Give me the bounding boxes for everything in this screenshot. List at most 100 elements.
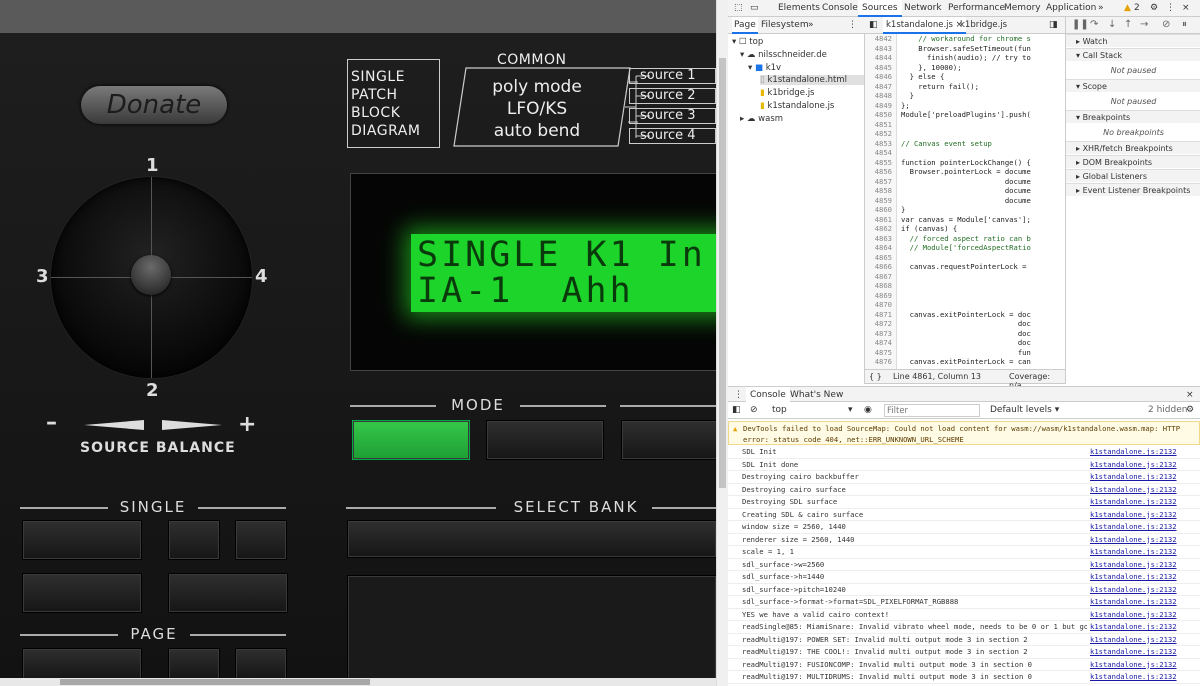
log-source-link[interactable]: k1standalone.js:2132 bbox=[1090, 471, 1177, 484]
tab-console[interactable]: Console bbox=[822, 0, 858, 17]
page-button-3[interactable] bbox=[235, 648, 287, 680]
editor-tab-bridge[interactable]: k1bridge.js bbox=[960, 17, 1007, 34]
log-source-link[interactable]: k1standalone.js:2132 bbox=[1090, 596, 1177, 609]
console-filter-input[interactable] bbox=[884, 404, 980, 417]
log-source-link[interactable]: k1standalone.js:2132 bbox=[1090, 571, 1177, 584]
step-out-icon[interactable]: ↑ bbox=[1124, 19, 1132, 30]
log-source-link[interactable]: k1standalone.js:2132 bbox=[1090, 546, 1177, 559]
settings-icon[interactable]: ⚙ bbox=[1150, 0, 1158, 17]
joystick-knob[interactable] bbox=[131, 255, 171, 295]
close-devtools-icon[interactable]: × bbox=[1182, 0, 1190, 17]
log-source-link[interactable]: k1standalone.js:2132 bbox=[1090, 559, 1177, 572]
single-button-1[interactable] bbox=[22, 520, 142, 560]
toggle-debugger-icon[interactable]: ◨ bbox=[1049, 17, 1058, 34]
menu-kebab-icon[interactable]: ⋮ bbox=[1166, 0, 1175, 17]
pane-call-stack[interactable]: ▾ Call Stack bbox=[1066, 48, 1200, 61]
log-source-link[interactable]: k1standalone.js:2132 bbox=[1090, 659, 1177, 672]
tab-memory[interactable]: Memory bbox=[1004, 0, 1041, 17]
pane-scope[interactable]: ▾ Scope bbox=[1066, 79, 1200, 92]
device-toolbar-icon[interactable]: ▭ bbox=[750, 0, 759, 17]
console-log-row: sdl_surface->pitch=10240 k1standalone.js:… bbox=[728, 584, 1200, 597]
tab-sources[interactable]: Sources bbox=[858, 0, 902, 17]
live-expression-icon[interactable]: ◉ bbox=[864, 402, 872, 419]
nav-menu-icon[interactable]: ⋮ bbox=[848, 17, 857, 34]
context-dropdown-icon[interactable]: ▾ bbox=[848, 402, 853, 419]
step-icon[interactable]: → bbox=[1140, 19, 1148, 30]
select-bank-strip[interactable] bbox=[347, 520, 716, 558]
tree-item-folder[interactable]: ▾ ■ k1v bbox=[748, 63, 781, 73]
navigator-tabs: Page Filesystem » ⋮ bbox=[728, 17, 865, 34]
log-source-link[interactable]: k1standalone.js:2132 bbox=[1090, 609, 1177, 622]
more-tabs-icon[interactable]: » bbox=[1098, 0, 1104, 17]
log-source-link[interactable]: k1standalone.js:2132 bbox=[1090, 671, 1177, 684]
log-source-link[interactable]: k1standalone.js:2132 bbox=[1090, 459, 1177, 472]
tree-item-domain[interactable]: ▾ ☁ nilsschneider.de bbox=[740, 50, 827, 60]
tab-performance[interactable]: Performance bbox=[948, 0, 1005, 17]
log-source-link[interactable]: k1standalone.js:2132 bbox=[1090, 634, 1177, 647]
log-source-link[interactable]: k1standalone.js:2132 bbox=[1090, 621, 1177, 634]
tab-application[interactable]: Application bbox=[1046, 0, 1096, 17]
log-source-link[interactable]: k1standalone.js:2132 bbox=[1090, 584, 1177, 597]
log-source-link[interactable]: k1standalone.js:2132 bbox=[1090, 521, 1177, 534]
tree-item-file-standalone[interactable]: ▮ k1standalone.js bbox=[760, 101, 834, 111]
horizontal-scroll-thumb[interactable] bbox=[60, 679, 370, 685]
log-source-link[interactable]: k1standalone.js:2132 bbox=[1090, 534, 1177, 547]
tree-item-top[interactable]: ▾ ☐ top bbox=[732, 37, 763, 47]
line-number: 4850 bbox=[874, 110, 892, 119]
nav-tab-page[interactable]: Page bbox=[732, 17, 758, 34]
console-sidebar-icon[interactable]: ◧ bbox=[732, 402, 741, 419]
tree-item-file-html[interactable]: ▯ k1standalone.html bbox=[760, 75, 864, 85]
log-source-link[interactable]: k1standalone.js:2132 bbox=[1090, 484, 1177, 497]
log-source-link[interactable]: k1standalone.js:2132 bbox=[1090, 496, 1177, 509]
single-button-3[interactable] bbox=[235, 520, 287, 560]
nav-more-icon[interactable]: » bbox=[808, 17, 814, 34]
log-source-link[interactable]: k1standalone.js:2132 bbox=[1090, 446, 1177, 459]
pretty-print-icon[interactable]: { } bbox=[869, 372, 882, 381]
log-source-link[interactable]: k1standalone.js:2132 bbox=[1090, 646, 1177, 659]
pane-dom-breakpoints[interactable]: ▸ DOM Breakpoints bbox=[1066, 155, 1200, 168]
tree-item-wasm[interactable]: ▸ ☁ wasm bbox=[740, 114, 783, 124]
context-select[interactable]: top bbox=[772, 402, 787, 419]
deactivate-breakpoints-icon[interactable]: ⊘ bbox=[1162, 19, 1170, 30]
vector-joystick[interactable] bbox=[51, 177, 252, 378]
pause-icon[interactable]: ❚❚ bbox=[1072, 19, 1089, 30]
editor-tab-standalone[interactable]: k1standalone.js × bbox=[883, 17, 966, 34]
step-into-icon[interactable]: ↓ bbox=[1108, 19, 1116, 30]
single-button-4[interactable] bbox=[22, 573, 142, 613]
tab-elements[interactable]: Elements bbox=[778, 0, 820, 17]
step-over-icon[interactable]: ↷ bbox=[1090, 19, 1098, 30]
mode-button-single[interactable] bbox=[352, 420, 470, 460]
mode-button-3[interactable] bbox=[621, 420, 716, 460]
code-editor[interactable]: 4842 4843 4844 4845 4846 4847 4848 4849 4850 4851… bbox=[865, 34, 1065, 369]
log-source-link[interactable]: k1standalone.js:2132 bbox=[1090, 509, 1177, 522]
page-button-1[interactable] bbox=[22, 648, 142, 680]
nav-tab-filesystem[interactable]: Filesystem bbox=[761, 17, 809, 34]
mode-button-2[interactable] bbox=[486, 420, 604, 460]
console-settings-icon[interactable]: ⚙ bbox=[1186, 402, 1194, 419]
warning-icon[interactable]: ▲ bbox=[1124, 0, 1131, 17]
single-button-2[interactable] bbox=[168, 520, 220, 560]
log-message: Creating SDL & cairo surface bbox=[742, 509, 864, 519]
log-levels-select[interactable]: Default levels ▾ bbox=[990, 402, 1059, 419]
page-button-2[interactable] bbox=[168, 648, 220, 680]
inspect-icon[interactable]: ⬚ bbox=[734, 0, 743, 17]
line-number: 4849 bbox=[874, 100, 892, 110]
clear-console-icon[interactable]: ⊘ bbox=[750, 402, 758, 419]
single-button-5[interactable] bbox=[168, 573, 288, 613]
pause-exceptions-icon[interactable]: ⏸ bbox=[1182, 19, 1187, 30]
line-number: 4874 bbox=[874, 338, 892, 347]
common-param: LFO/KS bbox=[506, 99, 568, 119]
vertical-scrollbar[interactable] bbox=[716, 0, 728, 686]
pane-breakpoints[interactable]: ▾ Breakpoints bbox=[1066, 110, 1200, 123]
pane-watch[interactable]: ▸ Watch bbox=[1066, 34, 1200, 47]
horizontal-scrollbar[interactable] bbox=[0, 678, 716, 686]
console-log-row: scale = 1, 1 k1standalone.js:2132 bbox=[728, 546, 1200, 559]
toggle-navigator-icon[interactable]: ◧ bbox=[869, 17, 878, 34]
vertical-scroll-thumb[interactable] bbox=[719, 58, 726, 488]
tree-item-file-bridge[interactable]: ▮ k1bridge.js bbox=[760, 88, 815, 98]
pane-event-listeners[interactable]: ▸ Event Listener Breakpoints bbox=[1066, 183, 1200, 196]
tab-network[interactable]: Network bbox=[904, 0, 942, 17]
donate-button[interactable]: Donate bbox=[81, 86, 227, 124]
pane-global-listeners[interactable]: ▸ Global Listeners bbox=[1066, 169, 1200, 182]
pane-xhr-breakpoints[interactable]: ▸ XHR/fetch Breakpoints bbox=[1066, 141, 1200, 154]
